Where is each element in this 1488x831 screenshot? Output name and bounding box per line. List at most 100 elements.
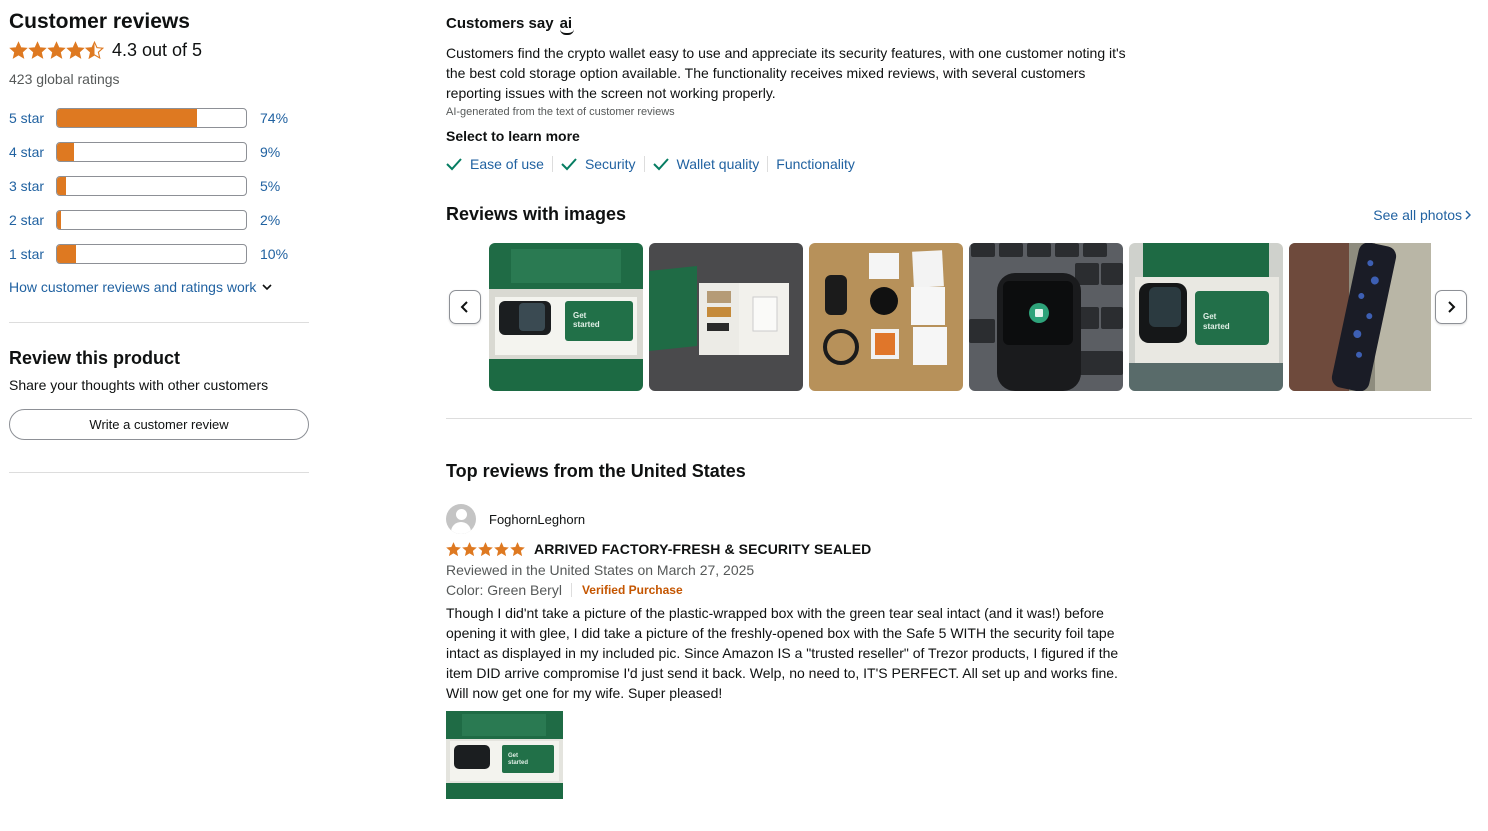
checkmark-icon (446, 158, 462, 171)
aspect-label: Functionality (776, 156, 855, 172)
reviewer-profile[interactable]: FoghornLeghorn (446, 504, 1472, 534)
review-product-heading: Review this product (9, 348, 181, 368)
review-image-thumbnail[interactable] (969, 243, 1123, 391)
aspect-chip-functionality[interactable]: Functionality (776, 156, 863, 172)
section-divider (9, 472, 309, 473)
aspect-chip-wallet-quality[interactable]: Wallet quality (652, 156, 769, 172)
product-color[interactable]: Color: Green Beryl (446, 580, 562, 600)
chevron-right-icon (1448, 301, 1456, 313)
histogram-bar[interactable] (56, 210, 247, 230)
histogram-star-label[interactable]: 1 star (9, 246, 56, 262)
review-image-thumbnail[interactable] (809, 243, 963, 391)
histogram-percent[interactable]: 10% (260, 246, 288, 262)
review-image-thumbnail[interactable] (649, 243, 803, 391)
green-box-device-photo: Get started (489, 243, 643, 391)
review-header: ARRIVED FACTORY-FRESH & SECURITY SEALED (446, 540, 1472, 558)
histogram-row-5-star[interactable]: 5 star 74% (9, 101, 309, 135)
review-image-thumbnail[interactable]: Get started (489, 243, 643, 391)
ai-generated-note: AI-generated from the text of customer r… (446, 106, 675, 118)
stickers-cards-photo (809, 243, 963, 391)
see-all-photos-link[interactable]: See all photos (1373, 207, 1472, 223)
star-full-icon (66, 41, 85, 60)
histogram-row-2-star[interactable]: 2 star 2% (9, 203, 309, 237)
section-divider (9, 322, 309, 323)
customers-say-title: Customers say (446, 14, 554, 32)
histogram-bar-fill (57, 143, 74, 161)
histogram-percent[interactable]: 2% (260, 212, 280, 228)
device-closeup-photo (1289, 243, 1431, 391)
svg-text:started: started (508, 760, 528, 766)
review-card: FoghornLeghorn ARRIVED FACTORY-FRESH & S… (446, 504, 1472, 799)
aspect-chip-ease-of-use[interactable]: Ease of use (446, 156, 553, 172)
rating-histogram: 5 star 74% 4 star 9% 3 star 5% 2 star 2% 1 star 1… (9, 101, 309, 271)
histogram-bar-fill (57, 177, 67, 195)
star-full-icon (494, 542, 509, 557)
histogram-star-label[interactable]: 5 star (9, 110, 56, 126)
review-date: Reviewed in the United States on March 2… (446, 562, 755, 578)
star-full-icon (28, 41, 47, 60)
green-box-device-photo: Get started (446, 711, 563, 799)
histogram-percent[interactable]: 5% (260, 178, 280, 194)
histogram-bar[interactable] (56, 244, 247, 264)
see-all-photos-label: See all photos (1373, 206, 1462, 223)
carousel-prev-button[interactable] (449, 290, 481, 324)
chevron-left-icon (460, 301, 468, 313)
histogram-star-label[interactable]: 3 star (9, 178, 56, 194)
select-to-learn-heading: Select to learn more (446, 128, 580, 144)
average-rating[interactable]: 4.3 out of 5 (9, 37, 309, 63)
star-full-icon (510, 542, 525, 557)
histogram-star-label[interactable]: 2 star (9, 212, 56, 228)
review-body: Though I did'nt take a picture of the pl… (446, 605, 1119, 701)
customers-say-summary: Customers find the crypto wallet easy to… (446, 45, 1126, 101)
verified-purchase-badge: Verified Purchase (570, 583, 683, 597)
top-reviews-heading: Top reviews from the United States (446, 461, 746, 481)
svg-text:Get: Get (573, 311, 587, 320)
star-full-icon (9, 41, 28, 60)
svg-text:started: started (1203, 322, 1230, 331)
reviewer-name: FoghornLeghorn (489, 511, 586, 527)
histogram-star-label[interactable]: 4 star (9, 144, 56, 160)
customers-say-heading: Customers say ai (446, 12, 1472, 35)
chevron-right-icon (1465, 210, 1471, 219)
histogram-percent[interactable]: 74% (260, 110, 288, 126)
aspect-label: Wallet quality (676, 156, 760, 172)
chevron-down-icon (262, 284, 272, 291)
global-ratings-count: 423 global ratings (9, 71, 120, 87)
histogram-bar[interactable] (56, 108, 247, 128)
aspect-label: Ease of use (470, 156, 544, 172)
histogram-bar[interactable] (56, 142, 247, 162)
histogram-row-4-star[interactable]: 4 star 9% (9, 135, 309, 169)
write-review-button[interactable]: Write a customer review (9, 409, 309, 440)
histogram-bar-fill (57, 245, 76, 263)
histogram-row-1-star[interactable]: 1 star 10% (9, 237, 309, 271)
open-box-accessories-photo (649, 243, 803, 391)
reviews-with-images-heading: Reviews with images (446, 204, 627, 224)
star-full-icon (462, 542, 477, 557)
star-half-icon (85, 41, 104, 60)
rating-stars (9, 41, 104, 60)
review-image-thumbnail[interactable]: Get started (1129, 243, 1283, 391)
section-divider (446, 418, 1472, 419)
review-image[interactable]: Get started (446, 711, 563, 799)
how-reviews-work-label: How customer reviews and ratings work (9, 279, 257, 295)
svg-text:Get: Get (1203, 312, 1217, 321)
device-on-keyboard-photo (969, 243, 1123, 391)
review-product-subtitle: Share your thoughts with other customers (9, 377, 269, 393)
customer-reviews-heading: Customer reviews (9, 10, 190, 33)
histogram-row-3-star[interactable]: 3 star 5% (9, 169, 309, 203)
star-full-icon (47, 41, 66, 60)
carousel-next-button[interactable] (1435, 290, 1467, 324)
review-title[interactable]: ARRIVED FACTORY-FRESH & SECURITY SEALED (534, 541, 871, 557)
histogram-bar[interactable] (56, 176, 247, 196)
review-thumbnails: Get started Get started (489, 243, 1431, 391)
how-reviews-work-link[interactable]: How customer reviews and ratings work (9, 277, 309, 297)
reviews-with-images-header: Reviews with images See all photos (446, 204, 1472, 225)
reviews-main: Customers say ai Customers find the cryp… (446, 12, 1472, 799)
checkmark-icon (652, 158, 669, 171)
review-image-thumbnail[interactable] (1289, 243, 1431, 391)
histogram-bar-fill (57, 109, 197, 127)
aspect-chips: Ease of use Security Wallet quality Functio… (446, 153, 1472, 175)
aspect-chip-security[interactable]: Security (561, 156, 645, 172)
histogram-percent[interactable]: 9% (260, 144, 280, 160)
review-rating-stars[interactable] (446, 542, 526, 557)
